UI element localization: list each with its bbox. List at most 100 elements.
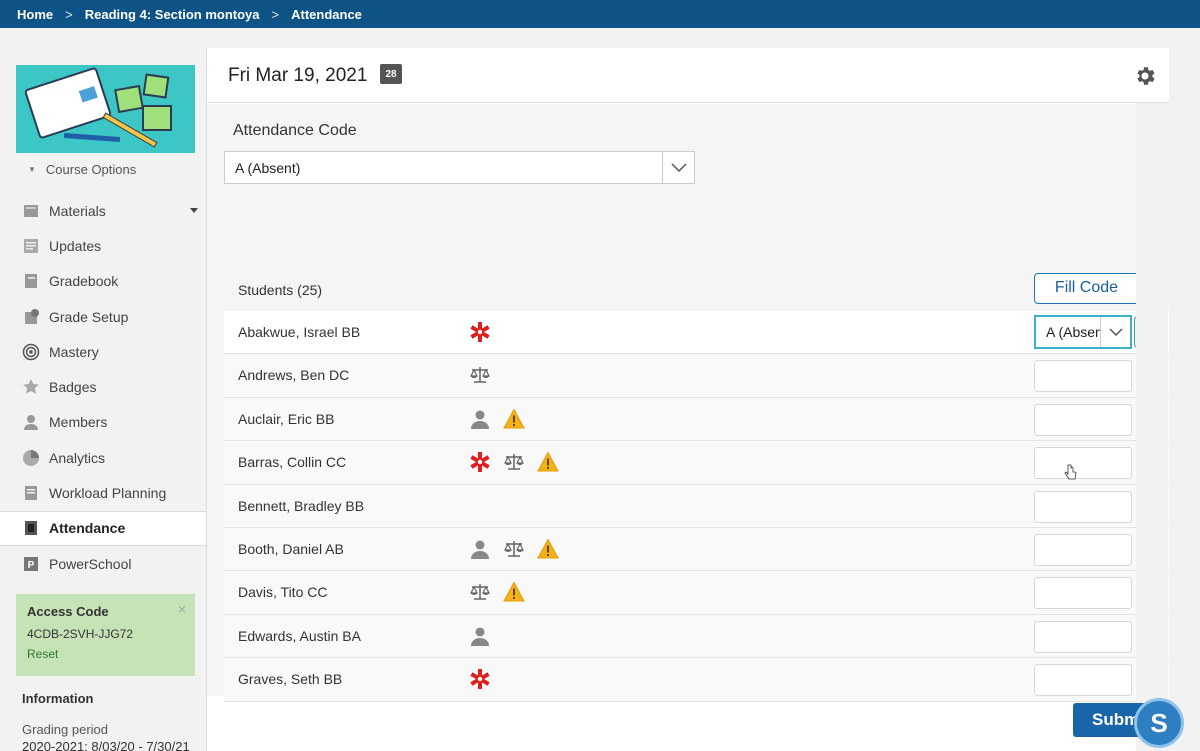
- attendance-icon: [21, 518, 41, 538]
- person-icon[interactable]: [469, 625, 491, 647]
- warning-icon[interactable]: [503, 581, 525, 603]
- course-options-toggle[interactable]: ▼ Course Options: [28, 162, 136, 177]
- mouse-cursor-icon: [1064, 464, 1077, 480]
- person-icon[interactable]: [469, 538, 491, 560]
- gradebook-icon: [21, 271, 41, 291]
- fill-code-button[interactable]: Fill Code: [1034, 273, 1139, 304]
- sidebar-nav: Materials Updates Gradebook Grade Setup Mast…: [0, 193, 206, 581]
- student-attendance-code-input[interactable]: [1034, 490, 1132, 523]
- gear-icon[interactable]: [1133, 64, 1157, 88]
- grading-period-value: 2020-2021: 8/03/20 - 7/30/21: [22, 739, 190, 751]
- course-options-label: Course Options: [45, 162, 137, 177]
- information-title: Information: [22, 691, 94, 706]
- access-code-title: Access Code: [27, 604, 109, 619]
- breadcrumb: Home > Reading 4: Section montoya > Atte…: [0, 0, 1200, 28]
- table-row: Graves, Seth BB: [224, 658, 1169, 702]
- scale-icon[interactable]: [503, 451, 525, 473]
- sidebar-item-updates[interactable]: Updates: [0, 228, 206, 263]
- student-status-icons: [469, 451, 559, 473]
- scale-icon[interactable]: [469, 581, 491, 603]
- student-name: Davis, Tito CC: [238, 584, 328, 601]
- student-attendance-code-input[interactable]: [1034, 403, 1132, 436]
- sidebar-item-badges[interactable]: Badges: [0, 369, 206, 404]
- person-icon[interactable]: [469, 408, 491, 430]
- sidebar-item-materials[interactable]: Materials: [0, 193, 206, 228]
- support-logo-button[interactable]: S: [1134, 698, 1184, 748]
- access-code-reset-link[interactable]: Reset: [27, 647, 184, 661]
- warning-icon[interactable]: [503, 408, 525, 430]
- student-attendance-code-select[interactable]: A (Absent): [1034, 315, 1132, 349]
- medical-icon[interactable]: [469, 321, 491, 343]
- materials-icon: [21, 201, 41, 221]
- student-attendance-code-input[interactable]: [1034, 664, 1132, 697]
- course-image: [16, 65, 195, 153]
- breadcrumb-course[interactable]: Reading 4: Section montoya: [85, 7, 260, 22]
- sidebar-item-label: Updates: [49, 237, 102, 254]
- breadcrumb-separator: >: [65, 6, 73, 22]
- medical-icon[interactable]: [469, 451, 491, 473]
- close-icon[interactable]: ×: [178, 601, 186, 617]
- attendance-code-value: A (Absent): [235, 159, 301, 176]
- student-attendance-code-input[interactable]: [1034, 447, 1132, 480]
- sidebar-item-members[interactable]: Members: [0, 405, 206, 440]
- sidebar-item-label: Members: [49, 414, 108, 431]
- student-name: Abakwue, Israel BB: [238, 324, 361, 340]
- sidebar-item-workload-planning[interactable]: Workload Planning: [0, 475, 206, 510]
- members-icon: [21, 412, 41, 432]
- student-status-icons: [469, 668, 491, 690]
- sidebar-item-label: Badges: [49, 379, 97, 396]
- sidebar-item-grade-setup[interactable]: Grade Setup: [0, 299, 206, 334]
- sidebar-item-label: Workload Planning: [49, 485, 167, 502]
- sidebar-item-attendance[interactable]: Attendance: [0, 510, 206, 546]
- attendance-code-select[interactable]: A (Absent): [224, 151, 695, 184]
- sidebar-item-mastery[interactable]: Mastery: [0, 334, 206, 369]
- sidebar-item-powerschool[interactable]: P PowerSchool: [0, 546, 206, 581]
- warning-icon[interactable]: [537, 538, 559, 560]
- workload-icon: [21, 483, 41, 503]
- student-status-icons: [469, 625, 491, 647]
- students-table: Abakwue, Israel BB A (Absent) Andrews, Ben…: [224, 311, 1169, 702]
- table-row: Auclair, Eric BB: [224, 397, 1169, 442]
- mastery-icon: [21, 342, 41, 362]
- scale-icon[interactable]: [503, 538, 525, 560]
- table-row: Abakwue, Israel BB A (Absent): [224, 311, 1169, 355]
- table-row: Booth, Daniel AB: [224, 527, 1169, 572]
- badges-icon: [21, 377, 41, 397]
- main-panel: Fri Mar 19, 2021 28 Attendance Code A (A…: [206, 48, 1169, 751]
- table-row: Barras, Collin CC: [224, 441, 1169, 485]
- sidebar-item-label: Grade Setup: [49, 308, 129, 325]
- student-attendance-code-input[interactable]: [1034, 577, 1132, 610]
- sidebar-item-analytics[interactable]: Analytics: [0, 440, 206, 475]
- student-name: Booth, Daniel AB: [238, 540, 344, 557]
- medical-icon[interactable]: [469, 668, 491, 690]
- sidebar-item-label: Analytics: [49, 449, 106, 466]
- student-attendance-code-input[interactable]: [1034, 620, 1132, 653]
- svg-text:P: P: [28, 560, 35, 571]
- calendar-icon[interactable]: 28: [380, 64, 402, 84]
- sidebar-item-label: Gradebook: [49, 273, 119, 290]
- student-attendance-code-input[interactable]: [1034, 360, 1132, 393]
- grading-period-label: Grading period: [22, 722, 108, 737]
- grade-setup-icon: [21, 307, 41, 327]
- sidebar-item-gradebook[interactable]: Gradebook: [0, 264, 206, 299]
- caret-down-icon[interactable]: [190, 208, 198, 213]
- table-row: Edwards, Austin BA: [224, 614, 1169, 659]
- student-name: Edwards, Austin BA: [238, 627, 361, 644]
- student-status-icons: [469, 408, 525, 430]
- caret-down-icon: ▼: [28, 165, 36, 174]
- student-name: Bennett, Bradley BB: [238, 497, 365, 514]
- scale-icon[interactable]: [469, 364, 491, 386]
- student-status-icons: [469, 321, 491, 343]
- access-code-panel: Access Code 4CDB-2SVH-JJG72 Reset ×: [16, 594, 195, 676]
- breadcrumb-current: Attendance: [291, 6, 362, 22]
- scrollbar[interactable]: [1136, 103, 1168, 751]
- table-row: Bennett, Bradley BB: [224, 484, 1169, 528]
- sidebar-item-label: Materials: [49, 202, 106, 219]
- chevron-down-icon: [1100, 317, 1130, 347]
- powerschool-icon: P: [21, 554, 41, 574]
- attendance-code-label: Attendance Code: [233, 122, 357, 139]
- student-attendance-code-input[interactable]: [1034, 533, 1132, 566]
- warning-icon[interactable]: [537, 451, 559, 473]
- access-code-value: 4CDB-2SVH-JJG72: [27, 627, 134, 641]
- breadcrumb-home[interactable]: Home: [17, 7, 53, 22]
